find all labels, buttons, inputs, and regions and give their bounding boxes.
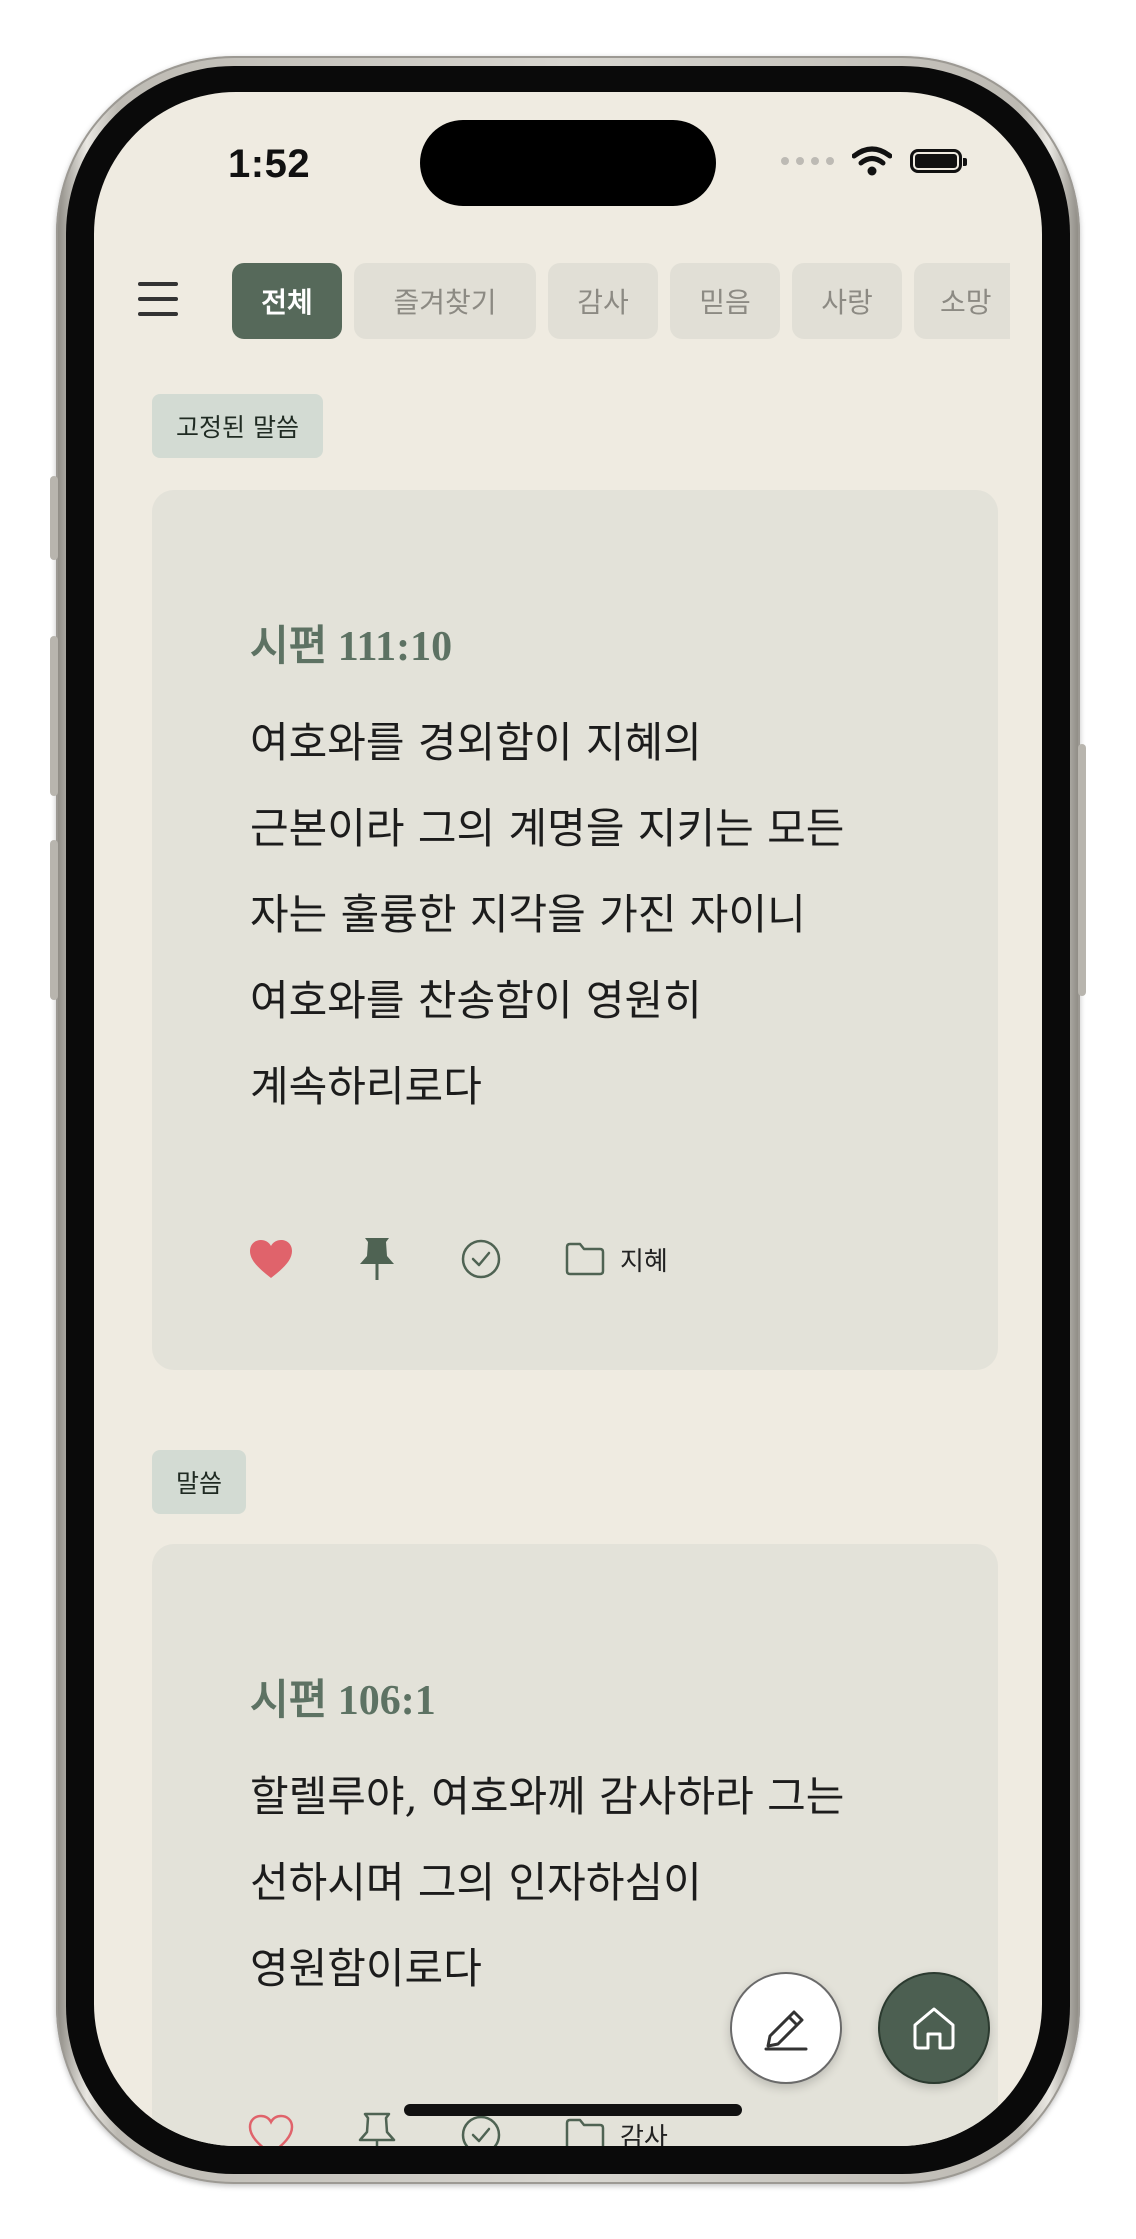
home-indicator[interactable] <box>404 2104 742 2116</box>
tab-faith[interactable]: 믿음 <box>670 263 780 339</box>
category-button[interactable]: 지혜 <box>564 1241 668 1278</box>
pin-icon <box>358 2112 396 2146</box>
verse-line: 계속하리로다 <box>250 1062 482 1111</box>
dynamic-island <box>420 120 716 206</box>
category-tabs: 전체 즐겨찾기 감사 믿음 사랑 소망 <box>232 263 1010 339</box>
category-label: 지혜 <box>620 1246 668 1277</box>
home-button[interactable] <box>878 1972 990 2084</box>
side-button-volume-up <box>50 636 58 796</box>
verse-line: 여호와를 경외함이 지혜의 <box>250 718 702 767</box>
pin-button[interactable] <box>356 1236 398 1282</box>
folder-icon <box>565 1242 605 1276</box>
verse-text: 여호와를 경외함이 지혜의 근본이라 그의 계명을 지키는 모든 자는 훌륭한 … <box>250 700 950 1130</box>
verse-line: 자는 훌륭한 지각을 가진 자이니 <box>250 890 806 939</box>
tab-thanks[interactable]: 감사 <box>548 263 658 339</box>
verse-reference: 시편 111:10 <box>250 624 453 670</box>
verse-line: 여호와를 찬송함이 영원히 <box>250 976 702 1025</box>
category-button[interactable]: 감사 <box>564 2117 668 2147</box>
category-label: 감사 <box>620 2122 668 2147</box>
wifi-icon <box>852 146 892 176</box>
mark-read-button[interactable] <box>460 2114 502 2146</box>
pencil-icon <box>764 2010 808 2051</box>
tab-hope[interactable]: 소망 <box>914 263 1010 339</box>
heart-icon <box>250 1240 292 1278</box>
check-circle-icon <box>461 1239 501 1279</box>
status-time: 1:52 <box>228 142 311 186</box>
verse-card-pinned[interactable]: 시편 111:10 여호와를 경외함이 지혜의 근본이라 그의 계명을 지키는 … <box>152 490 998 1370</box>
hamburger-menu-icon[interactable] <box>138 282 182 318</box>
tab-all[interactable]: 전체 <box>232 263 342 339</box>
pinned-section-badge: 고정된 말씀 <box>152 394 323 458</box>
app-screen: 1:52 전체 즐겨찾기 감사 믿음 사랑 소망 고정된 말씀 시편 111:1… <box>94 92 1042 2146</box>
pin-button[interactable] <box>356 2112 398 2146</box>
folder-icon <box>565 2118 605 2146</box>
status-icons <box>781 146 967 176</box>
cellular-signal-icon <box>781 157 834 165</box>
verse-line: 할렐루야, 여호와께 감사하라 그는 <box>250 1772 845 1821</box>
verse-card[interactable]: 시편 106:1 할렐루야, 여호와께 감사하라 그는 선하시며 그의 인자하심… <box>152 1544 998 2146</box>
pin-icon <box>360 1238 394 1280</box>
tab-love[interactable]: 사랑 <box>792 263 902 339</box>
verse-reference: 시편 106:1 <box>250 1678 436 1724</box>
check-circle-icon <box>461 2115 501 2146</box>
verse-text: 할렐루야, 여호와께 감사하라 그는 선하시며 그의 인자하심이 영원함이로다 <box>250 1754 950 2012</box>
mark-read-button[interactable] <box>460 1238 502 1280</box>
verse-line: 선하시며 그의 인자하심이 <box>250 1858 702 1907</box>
side-button-power <box>1078 744 1086 996</box>
verse-actions: 감사 <box>248 2112 668 2146</box>
verse-line: 영원함이로다 <box>250 1944 482 1993</box>
side-button-volume-down <box>50 840 58 1000</box>
favorite-button[interactable] <box>248 1238 294 1280</box>
favorite-button[interactable] <box>248 2114 294 2146</box>
heart-icon <box>248 2114 294 2146</box>
home-icon <box>913 2007 955 2050</box>
verse-actions: 지혜 <box>248 1236 668 1282</box>
side-button-action <box>50 476 58 560</box>
edit-button[interactable] <box>730 1972 842 2084</box>
verse-line: 근본이라 그의 계명을 지키는 모든 <box>250 804 845 853</box>
battery-icon <box>910 149 967 173</box>
verses-section-badge: 말씀 <box>152 1450 247 1514</box>
tab-favorites[interactable]: 즐겨찾기 <box>354 263 536 339</box>
